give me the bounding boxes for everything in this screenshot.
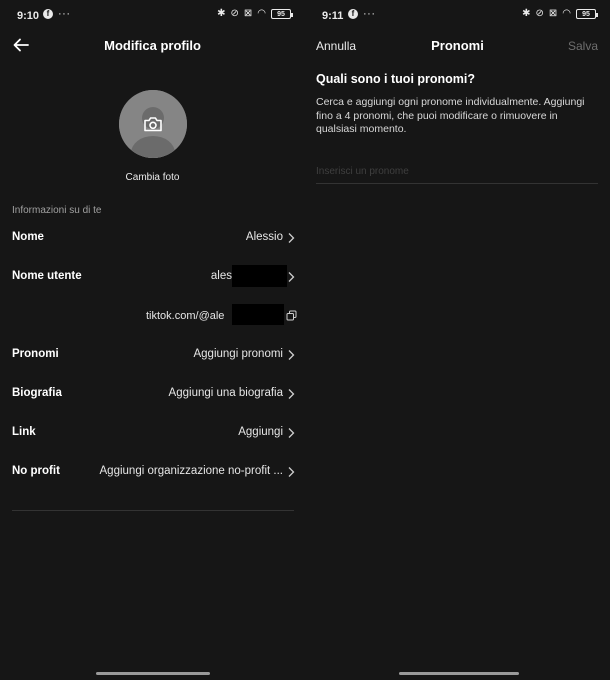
row-value: Alessio [245, 231, 283, 243]
row-label: Nome utente [12, 270, 82, 282]
divider [12, 510, 294, 511]
bluetooth-icon: ✱ [522, 8, 531, 19]
row-pronouns[interactable]: Pronomi Aggiungi pronomi [0, 344, 305, 366]
row-value: Aggiungi una biografia [168, 387, 283, 399]
avatar[interactable] [119, 90, 187, 158]
row-label: Link [12, 426, 36, 438]
row-label: No profit [12, 465, 60, 477]
status-bar: 9:10 f ··· ✱ ⊘ ⊠ ◠ 95 [0, 0, 305, 30]
more-notifications-icon: ··· [363, 8, 376, 20]
mute-icon: ⊘ [535, 8, 544, 19]
sim-icon: ⊠ [548, 8, 558, 19]
row-name[interactable]: Nome Alessio [0, 227, 305, 249]
row-value: Aggiungi organizzazione no-profit ... [99, 465, 283, 477]
gesture-bar[interactable] [399, 672, 519, 675]
mute-icon: ⊘ [230, 8, 239, 19]
battery-icon: 95 [271, 9, 293, 19]
more-notifications-icon: ··· [58, 8, 71, 20]
chevron-right-icon [288, 389, 295, 399]
row-value: ales [210, 270, 232, 282]
chevron-right-icon [288, 350, 295, 360]
page-title: Modifica profilo [104, 38, 201, 53]
row-bio[interactable]: Biografia Aggiungi una biografia [0, 383, 305, 405]
row-label: Pronomi [12, 348, 59, 360]
row-value: Aggiungi [238, 426, 283, 438]
camera-icon [144, 117, 162, 132]
chevron-right-icon [288, 467, 295, 477]
change-photo-link[interactable]: Cambia foto [0, 172, 305, 183]
facebook-icon: f [348, 9, 358, 19]
chevron-right-icon [288, 272, 295, 282]
edit-profile-screen: 9:10 f ··· ✱ ⊘ ⊠ ◠ 95 Modifica profilo C… [0, 0, 305, 680]
row-value: Aggiungi pronomi [193, 348, 283, 360]
row-label: Nome [12, 231, 44, 243]
row-link[interactable]: Link Aggiungi [0, 422, 305, 444]
row-label: Biografia [12, 387, 62, 399]
chevron-right-icon [288, 233, 295, 243]
pronouns-description: Cerca e aggiungi ogni pronome individual… [316, 96, 585, 135]
header: Annulla Pronomi Salva [305, 32, 610, 58]
header: Modifica profilo [0, 32, 305, 58]
sim-icon: ⊠ [243, 8, 253, 19]
row-nonprofit[interactable]: No profit Aggiungi organizzazione no-pro… [0, 461, 305, 483]
row-username[interactable]: Nome utente ales [0, 265, 305, 288]
redacted-block [232, 265, 287, 287]
battery-icon: 95 [576, 9, 598, 19]
status-time: 9:11 [322, 10, 344, 22]
wifi-icon: ◠ [257, 8, 266, 19]
chevron-right-icon [288, 428, 295, 438]
pronouns-screen: 9:11 f ··· ✱ ⊘ ⊠ ◠ 95 Annulla Pronomi Sa… [305, 0, 610, 680]
page-title: Pronomi [431, 38, 484, 53]
profile-url: tiktok.com/@ale [146, 310, 225, 322]
redacted-block [232, 304, 284, 325]
bluetooth-icon: ✱ [217, 8, 226, 19]
section-label: Informazioni su di te [12, 205, 102, 216]
save-button[interactable]: Salva [568, 39, 598, 53]
status-time: 9:10 [17, 10, 40, 22]
wifi-icon: ◠ [562, 8, 571, 19]
copy-icon[interactable] [286, 310, 297, 321]
pronoun-search-input[interactable] [316, 160, 598, 184]
gesture-bar[interactable] [96, 672, 210, 675]
pronouns-question: Quali sono i tuoi pronomi? [316, 72, 476, 86]
status-bar: 9:11 f ··· ✱ ⊘ ⊠ ◠ 95 [305, 0, 610, 30]
facebook-icon: f [43, 9, 53, 19]
